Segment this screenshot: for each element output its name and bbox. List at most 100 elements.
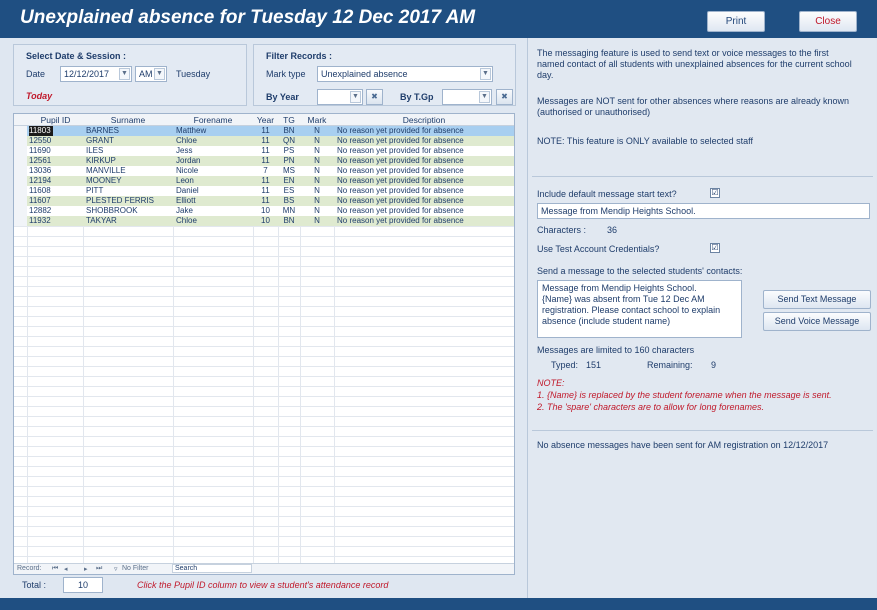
by-tgp-select[interactable]: ▼ [442, 89, 492, 105]
pupil-id-cell[interactable]: 11608 [29, 186, 81, 196]
table-row[interactable]: 13036 MANVILLE Nicole 7 MS N No reason yet pro… [14, 166, 514, 176]
send-voice-message-button[interactable]: Send Voice Message [763, 312, 871, 331]
next-record-icon[interactable]: ▸ [84, 565, 88, 573]
test-credentials-checkbox[interactable]: ☑ [710, 243, 720, 253]
col-year[interactable]: Year [253, 115, 278, 125]
row-selector[interactable] [14, 196, 27, 206]
col-surname[interactable]: Surname [83, 115, 173, 125]
table-row[interactable]: 11690 ILES Jess 11 PS N No reason yet provided… [14, 146, 514, 156]
session-select[interactable]: AM ▼ [135, 66, 167, 82]
table-row[interactable]: 12550 GRANT Chloe 11 QN N No reason yet provid… [14, 136, 514, 146]
table-row[interactable]: 11932 TAKYAR Chloe 10 BN N No reason yet provi… [14, 216, 514, 226]
col-forename[interactable]: Forename [173, 115, 253, 125]
grid-line [14, 236, 514, 237]
hint-text: Click the Pupil ID column to view a stud… [137, 580, 389, 590]
today-link[interactable]: Today [26, 91, 52, 101]
row-selector[interactable] [14, 136, 27, 146]
pupil-id-cell[interactable]: 13036 [29, 166, 81, 176]
include-default-checkbox[interactable]: ☑ [710, 188, 720, 198]
mark-cell: N [314, 196, 320, 205]
mark-cell: N [314, 146, 320, 155]
description-cell: No reason yet provided for absence [337, 156, 464, 165]
session-heading: Select Date & Session : [26, 51, 127, 61]
grid-line [14, 446, 514, 447]
clear-tgp-filter-icon[interactable]: ✖ [496, 89, 513, 105]
no-filter-label[interactable]: No Filter [122, 565, 148, 572]
pupil-id-cell[interactable]: 12550 [29, 136, 81, 146]
grid-line [14, 326, 514, 327]
col-description[interactable]: Description [334, 115, 514, 125]
first-record-icon[interactable]: ⏮ [52, 565, 58, 573]
message-line-4: absence (include student name) [542, 316, 671, 326]
info-paragraph-1: The messaging feature is used to send te… [537, 48, 852, 80]
row-selector[interactable] [14, 166, 27, 176]
tg-cell: ES [283, 186, 295, 195]
grid-line [14, 406, 514, 407]
pupil-id-cell[interactable]: 11607 [29, 196, 81, 206]
row-selector[interactable] [14, 156, 27, 166]
table-row[interactable]: 11608 PITT Daniel 11 ES N No reason yet provid… [14, 186, 514, 196]
table-row[interactable]: 11607 PLESTED FERRIS Elliott 11 BS N No reason… [14, 196, 514, 206]
table-row[interactable]: 12882 SHOBBROOK Jake 10 MN N No reason yet pro… [14, 206, 514, 216]
date-label: Date [26, 69, 46, 79]
tg-cell: PS [283, 146, 295, 155]
chevron-down-icon[interactable]: ▼ [350, 91, 361, 103]
chevron-down-icon[interactable]: ▼ [119, 68, 130, 80]
mark-cell: N [314, 166, 320, 175]
print-button[interactable]: Print [707, 11, 765, 32]
tg-cell: BS [283, 196, 295, 205]
row-selector[interactable] [14, 186, 27, 196]
message-line-3: registration. Please contact school to e… [542, 305, 721, 315]
pupil-id-cell[interactable]: 12194 [29, 176, 81, 186]
last-record-icon[interactable]: ⏭ [96, 565, 102, 573]
table-header: Pupil ID Surname Forename Year TG Mark D… [14, 114, 514, 126]
session-value: AM [139, 69, 153, 79]
grid-line [14, 546, 514, 547]
grid-line [14, 476, 514, 477]
col-tg[interactable]: TG [278, 115, 300, 125]
pupil-id-cell[interactable]: 11932 [29, 216, 81, 226]
surname-cell: KIRKUP [86, 156, 116, 165]
pupil-id-cell[interactable]: 11803 [29, 126, 53, 136]
mark-cell: N [314, 216, 320, 225]
mark-type-value: Unexplained absence [321, 69, 408, 79]
filter-panel: Filter Records : Mark type Unexplained a… [253, 44, 516, 106]
mark-type-label: Mark type [266, 69, 306, 79]
search-box[interactable]: Search [172, 564, 252, 573]
table-row[interactable]: 11803 BARNES Matthew 11 BN N No reason yet pro… [14, 126, 514, 136]
table-row[interactable]: 12194 MOONEY Leon 11 EN N No reason yet provid… [14, 176, 514, 186]
mark-type-select[interactable]: Unexplained absence ▼ [317, 66, 493, 82]
chevron-down-icon[interactable]: ▼ [480, 68, 491, 80]
default-text-field[interactable]: Message from Mendip Heights School. [537, 203, 870, 219]
table-row[interactable]: 12561 KIRKUP Jordan 11 PN N No reason yet prov… [14, 156, 514, 166]
mark-cell: N [314, 136, 320, 145]
clear-year-filter-icon[interactable]: ✖ [366, 89, 383, 105]
year-cell: 11 [261, 126, 270, 135]
row-selector[interactable] [14, 126, 27, 136]
send-text-message-button[interactable]: Send Text Message [763, 290, 871, 309]
chevron-down-icon[interactable]: ▼ [479, 91, 490, 103]
row-selector[interactable] [14, 176, 27, 186]
grid-line [14, 336, 514, 337]
date-field[interactable]: 12/12/2017 ▼ [60, 66, 132, 82]
prev-record-icon[interactable]: ◂ [64, 565, 68, 573]
by-year-select[interactable]: ▼ [317, 89, 363, 105]
col-mark[interactable]: Mark [300, 115, 334, 125]
forename-cell: Nicole [176, 166, 199, 175]
pupil-id-cell[interactable]: 12882 [29, 206, 81, 216]
description-cell: No reason yet provided for absence [337, 206, 464, 215]
row-selector[interactable] [14, 206, 27, 216]
close-button[interactable]: Close [799, 11, 857, 32]
message-body-textarea[interactable]: Message from Mendip Heights School. {Nam… [537, 280, 742, 338]
message-line-2: {Name} was absent from Tue 12 Dec AM [542, 294, 705, 304]
row-selector[interactable] [14, 216, 27, 226]
pupil-id-cell[interactable]: 11690 [29, 146, 81, 156]
by-tgp-label: By T.Gp [400, 92, 434, 102]
pupil-id-cell[interactable]: 12561 [29, 156, 81, 166]
forename-cell: Jordan [176, 156, 201, 165]
row-selector[interactable] [14, 146, 27, 156]
chevron-down-icon[interactable]: ▼ [154, 68, 165, 80]
col-pupil-id[interactable]: Pupil ID [28, 115, 83, 125]
grid-line [14, 316, 514, 317]
total-value: 10 [77, 580, 88, 590]
